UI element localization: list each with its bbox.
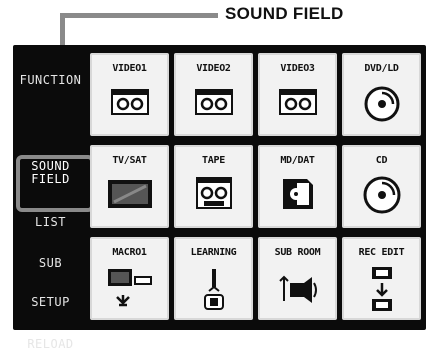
cassette-icon bbox=[194, 89, 233, 119]
tile-macro1[interactable]: MACRO1 bbox=[90, 237, 169, 320]
tile-tape[interactable]: TAPE bbox=[174, 145, 253, 228]
tile-video1[interactable]: VIDEO1 bbox=[90, 53, 169, 136]
sidebar-item-function[interactable]: FUNCTION bbox=[13, 73, 88, 87]
tile-label: MD/DAT bbox=[280, 155, 315, 166]
tile-label: DVD/LD bbox=[364, 63, 399, 74]
disc-icon bbox=[362, 175, 402, 219]
tile-video2[interactable]: VIDEO2 bbox=[174, 53, 253, 136]
callout-label: SOUND FIELD bbox=[225, 4, 344, 23]
tile-label: VIDEO1 bbox=[112, 63, 147, 74]
tile-label: TAPE bbox=[202, 155, 225, 166]
minidisc-icon bbox=[281, 177, 315, 215]
tile-learning[interactable]: LEARNING bbox=[174, 237, 253, 320]
cassette-icon bbox=[110, 89, 149, 119]
callout-line bbox=[60, 13, 218, 18]
tile-label: VIDEO2 bbox=[196, 63, 231, 74]
selection-highlight bbox=[16, 155, 94, 212]
tile-label: SUB ROOM bbox=[274, 247, 321, 258]
disc-icon bbox=[363, 85, 401, 127]
tile-label: CD bbox=[375, 155, 388, 166]
tile-label: REC EDIT bbox=[358, 247, 405, 258]
tile-md-dat[interactable]: MD/DAT bbox=[258, 145, 337, 228]
sidebar-item-reload[interactable]: RELOAD bbox=[13, 337, 88, 351]
tile-tv-sat[interactable]: TV/SAT bbox=[90, 145, 169, 228]
sidebar-item-setup[interactable]: SETUP bbox=[13, 295, 88, 309]
touch-screen: FUNCTION SOUND FIELD LIST SUB SETUP RELO… bbox=[13, 45, 426, 351]
subroom-icon bbox=[276, 271, 320, 311]
tile-dvd-ld[interactable]: DVD/LD bbox=[342, 53, 421, 136]
tile-label: VIDEO3 bbox=[280, 63, 315, 74]
tile-label: LEARNING bbox=[190, 247, 237, 258]
sidebar-item-sub[interactable]: SUB bbox=[13, 256, 88, 270]
tile-cd[interactable]: CD bbox=[342, 145, 421, 228]
tile-sub-room[interactable]: SUB ROOM bbox=[258, 237, 337, 320]
rec-edit-icon bbox=[369, 265, 395, 317]
tile-rec-edit[interactable]: REC EDIT bbox=[342, 237, 421, 320]
function-grid: VIDEO1 VIDEO2 VIDEO3 DVD/LD TV/SAT TAPE … bbox=[88, 53, 426, 323]
tile-label: MACRO1 bbox=[112, 247, 147, 258]
macro-icon bbox=[107, 267, 153, 313]
tv-icon bbox=[107, 179, 153, 213]
learning-icon bbox=[199, 267, 229, 315]
cassette-icon bbox=[195, 177, 232, 213]
sidebar-item-list[interactable]: LIST bbox=[13, 215, 88, 229]
tile-video3[interactable]: VIDEO3 bbox=[258, 53, 337, 136]
cassette-icon bbox=[278, 89, 317, 119]
tile-label: TV/SAT bbox=[112, 155, 147, 166]
